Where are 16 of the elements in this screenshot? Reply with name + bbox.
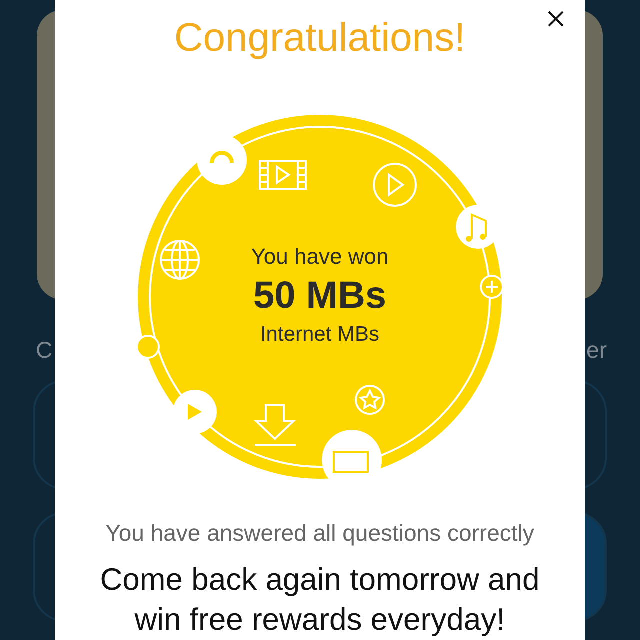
dialog-title: Congratulations! — [174, 15, 466, 62]
play-icon — [173, 390, 217, 434]
film-icon — [259, 160, 307, 190]
tablet-icon — [322, 430, 382, 479]
prize-intro: You have won — [251, 243, 389, 271]
play-circle-icon — [373, 163, 417, 207]
reminder-text: Come back again tomorrow and win free rewards everyday! — [99, 561, 541, 639]
download-icon — [254, 404, 297, 446]
background-label: C — [36, 336, 53, 365]
prize-unit: Internet MBs — [260, 322, 380, 348]
plus-icon — [480, 275, 502, 299]
result-message: You have answered all questions correctly — [106, 519, 534, 548]
prize-amount: 50 MBs — [253, 274, 387, 319]
background-label: er — [586, 336, 607, 365]
globe-icon — [160, 240, 200, 280]
close-icon[interactable] — [547, 10, 565, 28]
